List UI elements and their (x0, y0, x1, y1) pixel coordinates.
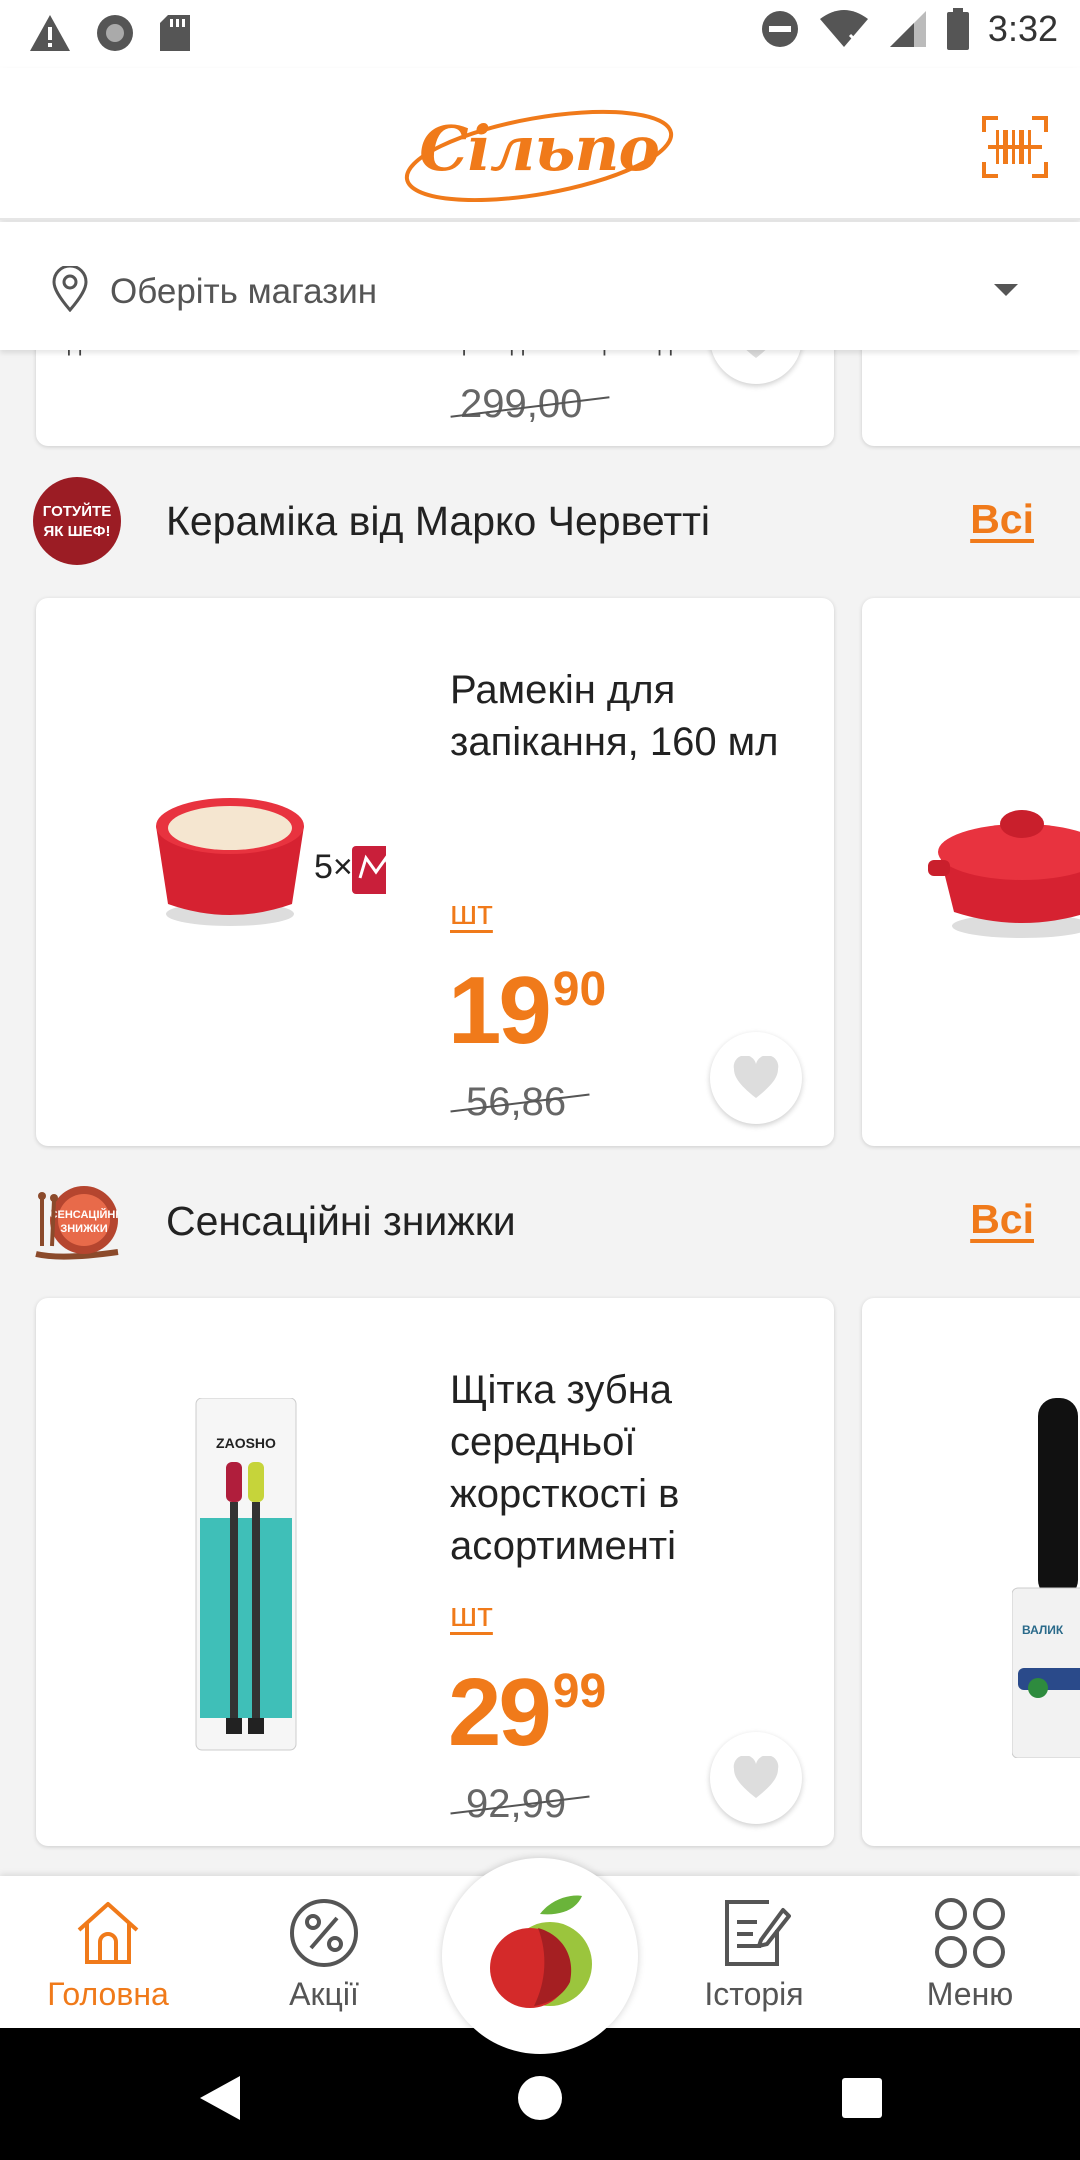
nav-history[interactable]: Історія (654, 1896, 854, 2013)
price-integer: 19 (448, 957, 552, 1064)
logo-text: Сільпо (419, 112, 660, 185)
barcode-scan-icon[interactable] (980, 114, 1050, 180)
product-card-peek[interactable] (862, 598, 1080, 1146)
wifi-icon (819, 10, 868, 47)
percent-icon (290, 1899, 358, 1967)
cook-like-chef-badge: ГОТУЙТЕ ЯК ШЕФ! (33, 477, 121, 565)
favorite-button[interactable] (710, 1032, 802, 1124)
product-name: Щітка зубна середньої жорсткості в асорт… (450, 1368, 680, 1568)
app-header: Сільпо (0, 68, 1080, 220)
location-pin-icon (52, 266, 88, 312)
record-icon (97, 15, 133, 51)
recents-icon[interactable] (840, 2076, 884, 2120)
home-circle-icon[interactable] (516, 2074, 564, 2122)
store-picker[interactable]: Оберіть магазин (0, 222, 1080, 350)
signal-icon (889, 11, 926, 47)
chevron-down-icon (994, 284, 1018, 296)
old-price: 299,00 (460, 382, 583, 426)
store-picker-placeholder: Оберіть магазин (110, 272, 378, 311)
nav-menu[interactable]: Меню (870, 1896, 1070, 2013)
product-card-peek[interactable]: ВАЛИК (862, 1298, 1080, 1846)
toothbrush-image: ZAOSHO (195, 1398, 297, 1751)
product-card[interactable]: 5× Рамекін для запікання, 160 мл шт 1990… (36, 598, 834, 1146)
snail-discount-badge: СЕНСАЦІЙНІ ЗНИЖКИ (35, 1186, 119, 1260)
section-all-link[interactable]: Всі (970, 1196, 1034, 1243)
peek-label: ВАЛИК (1022, 1623, 1064, 1637)
battery-icon (946, 8, 969, 50)
product-unit: шт (450, 1596, 493, 1634)
history-icon (725, 1900, 791, 1966)
status-bar: 3:32 (0, 0, 1080, 68)
heart-icon (733, 1756, 779, 1798)
section-header: СЕНСАЦІЙНІ ЗНИЖКИ Сенсаційні знижки Всі (0, 1172, 1080, 1272)
price-decimal: 99 (552, 1665, 607, 1718)
apple-icon (490, 1895, 592, 2008)
svg-text:ЯК ШЕФ!: ЯК ШЕФ! (44, 523, 111, 540)
sd-card-icon (160, 15, 190, 51)
nav-label: Головна (47, 1976, 169, 2012)
home-icon (77, 1902, 139, 1964)
clock: 3:32 (987, 8, 1058, 49)
heart-icon (733, 1056, 779, 1098)
section-title: Кераміка від Марко Черветті (166, 498, 710, 544)
back-icon[interactable] (196, 2074, 242, 2122)
nav-promotions[interactable]: Акції (224, 1896, 424, 2013)
price-integer: 29 (448, 1659, 552, 1766)
cocotte-image (928, 810, 1080, 938)
section-header: ГОТУЙТЕ ЯК ШЕФ! Кераміка від Марко Черве… (0, 472, 1080, 572)
product-name: Рамекін для запікання, 160 мл (450, 668, 779, 764)
product-price: 1990 (448, 956, 606, 1066)
product-unit: шт (450, 894, 493, 932)
center-apple-button[interactable] (442, 1858, 638, 2054)
nav-label: Історія (704, 1976, 804, 2012)
warning-icon (30, 15, 70, 51)
silpo-logo[interactable]: Сільпо (398, 106, 680, 202)
svg-text:СЕНСАЦІЙНІ: СЕНСАЦІЙНІ (50, 1208, 119, 1221)
product-card[interactable]: ZAOSHO Щітка зубна середньої жорсткості … (36, 1298, 834, 1846)
section-all-link[interactable]: Всі (970, 496, 1034, 543)
svg-text:ЗНИЖКИ: ЗНИЖКИ (60, 1223, 107, 1235)
svg-text:5×: 5× (314, 848, 353, 886)
favorite-button[interactable] (710, 1732, 802, 1824)
lint-roller-image: ВАЛИК (1012, 1398, 1080, 1758)
nav-label: Акції (289, 1976, 359, 2012)
pack-brand: ZAOSHO (216, 1435, 276, 1451)
price-decimal: 90 (552, 963, 607, 1016)
menu-icon (935, 1898, 1005, 1968)
dnd-icon (761, 11, 798, 47)
nav-home[interactable]: Головна (8, 1896, 208, 2013)
ramekin-image: 5× (156, 798, 386, 926)
svg-text:ГОТУЙТЕ: ГОТУЙТЕ (43, 502, 111, 520)
section-title: Сенсаційні знижки (166, 1198, 516, 1244)
product-price: 2999 (448, 1658, 606, 1768)
nav-label: Меню (926, 1976, 1014, 2012)
